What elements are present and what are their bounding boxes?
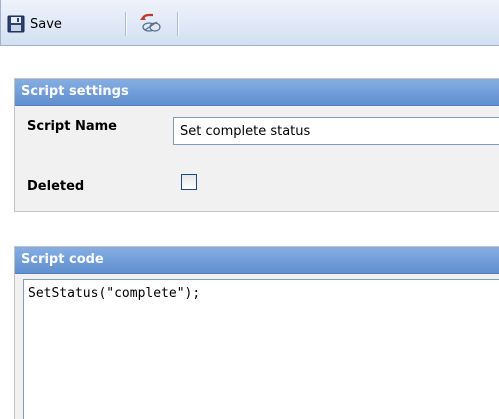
deleted-checkbox[interactable] bbox=[181, 174, 197, 190]
script-name-input[interactable] bbox=[173, 117, 499, 145]
toolbar-separator bbox=[125, 12, 127, 36]
toolbar-separator bbox=[177, 12, 179, 36]
script-code-panel: Script code SetStatus("complete"); bbox=[14, 246, 499, 419]
script-name-label: Script Name bbox=[27, 119, 117, 134]
floppy-disk-icon bbox=[7, 15, 25, 33]
script-code-editor[interactable]: SetStatus("complete"); bbox=[23, 279, 499, 419]
deleted-label: Deleted bbox=[27, 179, 85, 194]
script-editor-page: Save Script settings Script Name Deleted bbox=[0, 0, 499, 419]
undo-icon bbox=[137, 12, 163, 36]
save-button-label: Save bbox=[30, 16, 62, 32]
deleted-row: Deleted bbox=[27, 175, 84, 194]
undo-button[interactable] bbox=[137, 12, 163, 36]
script-settings-panel: Script settings Script Name Deleted bbox=[14, 78, 499, 212]
script-code-header: Script code bbox=[15, 247, 499, 274]
toolbar: Save bbox=[0, 0, 499, 46]
script-settings-header: Script settings bbox=[15, 79, 499, 106]
save-button[interactable]: Save bbox=[7, 12, 62, 36]
script-name-row: Script Name bbox=[27, 119, 117, 134]
